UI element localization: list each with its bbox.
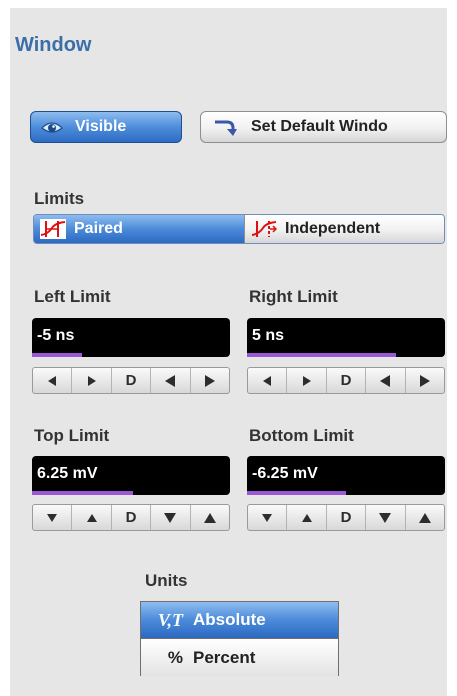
units-percent-option[interactable]: % Percent [141, 639, 338, 676]
right-limit-value: 5 ns [252, 327, 285, 344]
units-list: V,T Absolute % Percent [140, 601, 339, 676]
fine-up-button[interactable] [191, 505, 229, 530]
fine-left-button[interactable] [151, 368, 191, 393]
left-limit-level-bar [32, 353, 82, 357]
fine-right-button[interactable] [191, 368, 229, 393]
default-button[interactable]: D [327, 368, 367, 393]
visible-button-label: Visible [75, 118, 127, 135]
top-limit-field[interactable]: 6.25 mV [32, 456, 230, 495]
units-absolute-option[interactable]: V,T Absolute [141, 602, 338, 639]
left-limit-stepper: D [32, 367, 230, 394]
fine-up-button[interactable] [406, 505, 444, 530]
default-button[interactable]: D [327, 505, 367, 530]
fine-down-button[interactable] [151, 505, 191, 530]
left-limit-value: -5 ns [37, 327, 75, 344]
left-limit-field[interactable]: -5 ns [32, 318, 230, 357]
units-label: Units [145, 571, 188, 590]
default-button[interactable]: D [112, 505, 152, 530]
independent-label: Independent [285, 220, 381, 237]
percent-symbol: % [167, 647, 183, 667]
set-default-window-label: Set Default Windo [251, 118, 388, 135]
coarse-right-button[interactable] [72, 368, 112, 393]
fine-right-button[interactable] [406, 368, 444, 393]
limits-label: Limits [34, 189, 85, 208]
bottom-limit-level-bar [247, 491, 346, 495]
coarse-down-button[interactable] [33, 505, 73, 530]
independent-limits-icon [251, 219, 277, 239]
coarse-down-button[interactable] [248, 505, 288, 530]
panel-title: Window [15, 34, 92, 56]
coarse-left-button[interactable] [33, 368, 73, 393]
bottom-limit-stepper: D [247, 504, 445, 531]
default-button[interactable]: D [112, 368, 152, 393]
return-arrow-icon [213, 117, 237, 137]
top-limit-level-bar [32, 491, 133, 495]
fine-down-button[interactable] [366, 505, 406, 530]
bottom-limit-value: -6.25 mV [252, 465, 318, 482]
paired-limits-icon [40, 219, 66, 239]
coarse-left-button[interactable] [248, 368, 288, 393]
top-limit-stepper: D [32, 504, 230, 531]
paired-label: Paired [74, 220, 123, 237]
right-limit-stepper: D [247, 367, 445, 394]
bottom-limit-field[interactable]: -6.25 mV [247, 456, 445, 495]
set-default-window-button[interactable]: Set Default Windo [200, 111, 447, 143]
absolute-symbol: V,T [157, 609, 183, 630]
bottom-limit-label: Bottom Limit [249, 426, 354, 445]
coarse-up-button[interactable] [72, 505, 112, 530]
right-limit-level-bar [247, 353, 396, 357]
top-limit-value: 6.25 mV [37, 465, 98, 482]
right-limit-label: Right Limit [249, 287, 338, 306]
visible-button[interactable]: Visible [30, 111, 182, 143]
absolute-label: Absolute [193, 610, 266, 629]
independent-option[interactable]: Independent [244, 215, 444, 243]
eye-icon [41, 119, 63, 135]
coarse-right-button[interactable] [287, 368, 327, 393]
left-limit-label: Left Limit [34, 287, 111, 306]
percent-label: Percent [193, 647, 256, 667]
coarse-up-button[interactable] [287, 505, 327, 530]
fine-left-button[interactable] [366, 368, 406, 393]
top-limit-label: Top Limit [34, 426, 110, 445]
limits-segmented-control: Paired Independent [33, 214, 445, 244]
paired-option[interactable]: Paired [34, 215, 244, 243]
right-limit-field[interactable]: 5 ns [247, 318, 445, 357]
